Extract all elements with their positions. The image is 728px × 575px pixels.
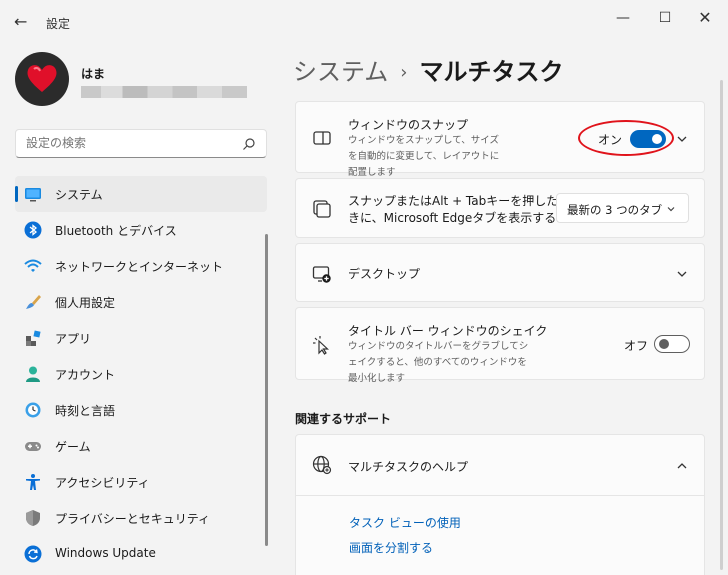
- search-box[interactable]: [15, 129, 267, 158]
- avatar: [15, 52, 69, 106]
- sidebar-item-label: Bluetooth とデバイス: [55, 224, 177, 238]
- alt-tab-title-line1: スナップまたはAlt + Tabキーを押したと: [348, 194, 571, 208]
- sidebar-item-apps[interactable]: アプリ: [15, 320, 267, 356]
- breadcrumb: システム › マルチタスク: [293, 52, 563, 87]
- page-title: マルチタスク: [419, 58, 564, 86]
- desktops-card[interactable]: デスクトップ: [295, 243, 705, 302]
- chevron-down-icon[interactable]: [676, 268, 688, 280]
- sidebar-item-label: ネットワークとインターネット: [55, 260, 224, 274]
- desktops-title: デスクトップ: [348, 267, 421, 281]
- divider: [296, 495, 704, 496]
- apps-icon: [26, 330, 41, 346]
- breadcrumb-parent[interactable]: システム: [293, 58, 388, 86]
- shield-icon: [26, 510, 40, 526]
- sidebar-scrollbar[interactable]: [265, 234, 268, 546]
- title-bar-shake-toggle[interactable]: [654, 335, 690, 353]
- search-icon: [243, 138, 255, 150]
- globe-help-icon: [312, 455, 332, 475]
- sidebar-item-label: システム: [55, 188, 103, 202]
- sidebar-item-personalization[interactable]: 個人用設定: [15, 284, 267, 320]
- breadcrumb-separator: ›: [400, 62, 408, 83]
- alt-tab-title-line2: きに、Microsoft Edgeタブを表示する: [348, 211, 557, 225]
- related-support-heading: 関連するサポート: [295, 412, 392, 426]
- content-scrollbar[interactable]: [720, 80, 723, 570]
- sidebar-item-label: プライバシーとセキュリティ: [55, 512, 211, 526]
- sidebar-nav: システム Bluetooth とデバイス ネットワークとインターネット 個人用設…: [15, 176, 267, 572]
- desktop-add-icon: [312, 266, 331, 283]
- sidebar-item-network[interactable]: ネットワークとインターネット: [15, 248, 267, 284]
- title-bar-shake-title: タイトル バー ウィンドウのシェイク: [348, 324, 548, 338]
- sidebar-item-windows-update[interactable]: Windows Update: [15, 536, 267, 572]
- sidebar-item-label: アプリ: [55, 332, 92, 346]
- gamepad-icon: [25, 442, 41, 451]
- display-icon: [25, 188, 41, 202]
- multitasking-help-card: マルチタスクのヘルプ タスク ビューの使用 画面を分割する: [295, 434, 705, 575]
- paint-brush-icon: [26, 295, 41, 309]
- title-bar: ← 設定 — ☐ ✕: [0, 0, 728, 44]
- app-title: 設定: [46, 17, 71, 31]
- highlight-ellipse: [578, 120, 674, 156]
- chevron-down-icon[interactable]: [676, 133, 688, 145]
- sidebar-item-privacy[interactable]: プライバシーとセキュリティ: [15, 500, 267, 536]
- person-icon: [26, 366, 40, 382]
- shake-cursor-icon: [313, 336, 330, 355]
- close-button[interactable]: ✕: [682, 8, 728, 28]
- snap-layout-icon: [313, 131, 331, 145]
- sidebar-item-system[interactable]: システム: [15, 176, 267, 212]
- update-icon: [24, 545, 42, 563]
- title-bar-shake-description: ウィンドウのタイトルバーをグラブしてシェイクすると、他のすべてのウィンドウを最小…: [348, 341, 529, 384]
- title-bar-shake-card: タイトル バー ウィンドウのシェイク ウィンドウのタイトルバーをグラブしてシェイ…: [295, 307, 705, 384]
- sidebar-item-label: 個人用設定: [55, 296, 116, 310]
- sidebar-item-label: アクセシビリティ: [55, 476, 150, 490]
- sidebar-item-time-language[interactable]: 時刻と言語: [15, 392, 267, 428]
- sidebar-item-label: Windows Update: [55, 546, 156, 560]
- dropdown-selected-value: 最新の 3 つのタブ: [567, 203, 663, 217]
- heart-icon: [27, 65, 57, 92]
- back-button[interactable]: ←: [14, 12, 27, 31]
- sidebar-item-accounts[interactable]: アカウント: [15, 356, 267, 392]
- wifi-icon: [24, 259, 42, 272]
- sidebar-item-label: 時刻と言語: [55, 404, 116, 418]
- sidebar-item-bluetooth[interactable]: Bluetooth とデバイス: [15, 212, 267, 248]
- user-name: はま: [81, 67, 106, 81]
- snap-windows-description: ウィンドウをスナップして、サイズを自動的に変更して、レイアウトに配置します: [348, 135, 500, 178]
- user-profile[interactable]: はま: [15, 52, 265, 112]
- search-input[interactable]: [26, 136, 226, 150]
- chevron-down-icon: [667, 207, 675, 212]
- help-title[interactable]: マルチタスクのヘルプ: [348, 458, 468, 475]
- alt-tab-windows-icon: [313, 200, 331, 218]
- globe-clock-icon: [25, 402, 41, 418]
- minimize-button[interactable]: —: [600, 8, 646, 28]
- active-indicator: [15, 186, 18, 202]
- help-link-split-screen[interactable]: 画面を分割する: [349, 539, 433, 556]
- chevron-up-icon[interactable]: [676, 460, 688, 472]
- shake-toggle-state-label: オフ: [624, 339, 649, 353]
- sidebar-item-label: アカウント: [55, 368, 116, 382]
- sidebar-item-gaming[interactable]: ゲーム: [15, 428, 267, 464]
- snap-windows-title: ウィンドウのスナップ: [348, 118, 469, 132]
- help-link-task-view[interactable]: タスク ビューの使用: [349, 514, 461, 531]
- bluetooth-icon: [24, 221, 42, 239]
- user-email-blurred: [81, 86, 247, 98]
- toggle-knob: [659, 339, 669, 349]
- sidebar-item-accessibility[interactable]: アクセシビリティ: [15, 464, 267, 500]
- sidebar-item-label: ゲーム: [55, 440, 91, 454]
- alt-tab-dropdown[interactable]: 最新の 3 つのタブ: [556, 193, 689, 223]
- accessibility-icon: [26, 474, 40, 490]
